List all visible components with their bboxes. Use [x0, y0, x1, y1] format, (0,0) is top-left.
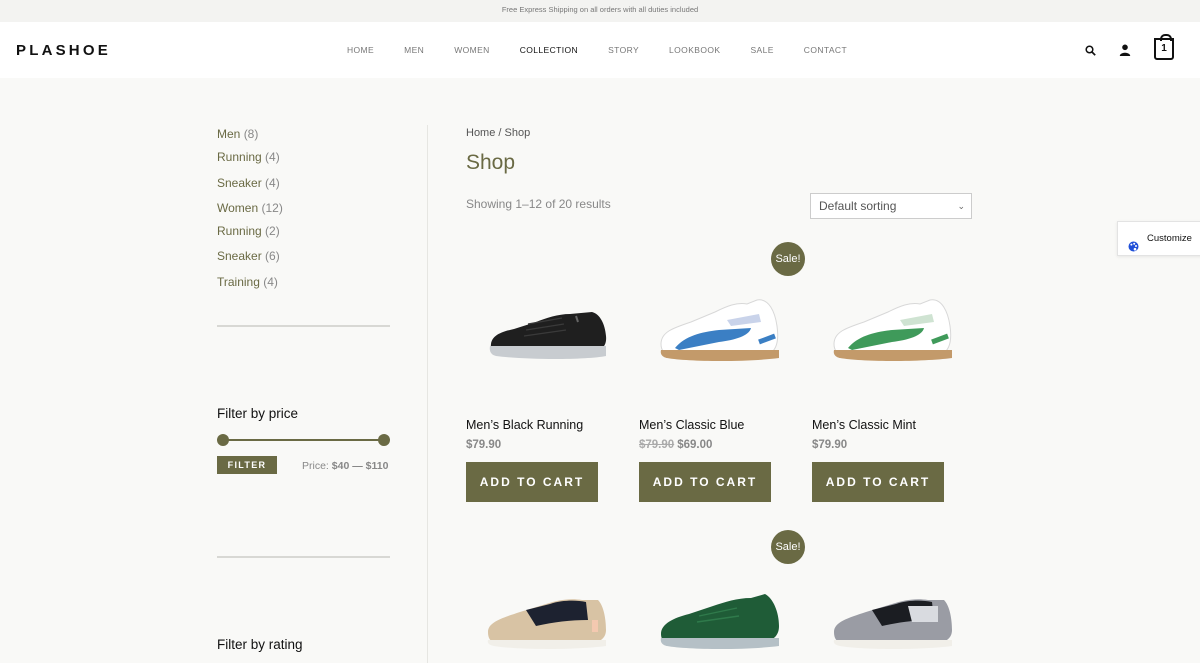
- sort-select[interactable]: Default sorting ⌄: [810, 193, 972, 219]
- category-count: (2): [265, 224, 280, 238]
- category-name: Running: [217, 150, 262, 164]
- shopping-bag-icon[interactable]: 1: [1154, 34, 1174, 60]
- nav-lookbook[interactable]: LOOKBOOK: [669, 45, 720, 55]
- page-title: Shop: [466, 151, 516, 174]
- filter-rating-heading: Filter by rating: [217, 637, 303, 652]
- price-current: $79.90: [812, 439, 848, 451]
- product-image[interactable]: [466, 560, 626, 663]
- customize-label: Customize: [1147, 233, 1192, 244]
- site-logo[interactable]: PLASHOE: [16, 42, 111, 59]
- main-nav: HOME MEN WOMEN COLLECTION STORY LOOKBOOK…: [347, 45, 877, 55]
- nav-sale[interactable]: SALE: [750, 45, 773, 55]
- sidebar-divider: [217, 556, 390, 558]
- product-price: $79.90: [466, 439, 501, 451]
- nav-collection[interactable]: COLLECTION: [520, 45, 578, 55]
- product-price: $79.90 $69.00: [639, 439, 712, 451]
- nav-contact[interactable]: CONTACT: [804, 45, 847, 55]
- category-count: (8): [243, 127, 259, 141]
- nav-home[interactable]: HOME: [347, 45, 374, 55]
- add-to-cart-button[interactable]: ADD TO CART: [812, 462, 944, 502]
- breadcrumb-separator: /: [498, 127, 502, 139]
- price-current: $79.90: [466, 439, 502, 451]
- product-name[interactable]: Men’s Classic Mint: [812, 418, 916, 432]
- column-divider: [427, 125, 428, 663]
- price-current: $69.00: [677, 439, 713, 451]
- category-men[interactable]: Men (8): [217, 127, 258, 141]
- nav-story[interactable]: STORY: [608, 45, 639, 55]
- sale-badge: Sale!: [771, 530, 805, 564]
- price-old: $79.90: [639, 439, 675, 451]
- category-women[interactable]: Women (12): [217, 201, 283, 215]
- slider-min-handle[interactable]: [217, 434, 229, 446]
- category-men-running[interactable]: Running (4): [217, 150, 280, 164]
- results-count: Showing 1–12 of 20 results: [466, 197, 611, 211]
- nav-men[interactable]: MEN: [404, 45, 424, 55]
- category-women-running[interactable]: Running (2): [217, 224, 280, 238]
- slider-max-handle[interactable]: [378, 434, 390, 446]
- product-name[interactable]: Men’s Classic Blue: [639, 418, 744, 432]
- category-name: Sneaker: [217, 176, 262, 190]
- add-to-cart-button[interactable]: ADD TO CART: [466, 462, 598, 502]
- category-name: Training: [217, 275, 260, 289]
- category-name: Women: [217, 201, 259, 215]
- product-image[interactable]: [639, 270, 799, 400]
- price-label: Price:: [302, 460, 329, 472]
- breadcrumb-current: Shop: [504, 127, 531, 139]
- category-count: (6): [265, 249, 280, 263]
- category-men-sneaker[interactable]: Sneaker (4): [217, 176, 280, 190]
- product-name[interactable]: Men’s Black Running: [466, 418, 583, 432]
- product-image[interactable]: [812, 560, 972, 663]
- price-range-label: Price: $40 — $110: [302, 460, 388, 472]
- category-count: (12): [261, 201, 283, 215]
- cart-count: 1: [1161, 43, 1167, 54]
- category-name: Sneaker: [217, 249, 262, 263]
- category-women-sneaker[interactable]: Sneaker (6): [217, 249, 280, 263]
- promo-topbar: Free Express Shipping on all orders with…: [0, 0, 1200, 22]
- price-separator: —: [352, 460, 363, 472]
- site-header: PLASHOE HOME MEN WOMEN COLLECTION STORY …: [0, 22, 1200, 78]
- product-image[interactable]: [639, 560, 799, 663]
- category-name: Men: [217, 127, 241, 141]
- filter-price-heading: Filter by price: [217, 406, 299, 421]
- price-min: $40: [331, 460, 350, 472]
- sale-badge: Sale!: [771, 242, 805, 276]
- search-icon[interactable]: [1085, 43, 1096, 61]
- slider-track: [223, 439, 384, 441]
- nav-women[interactable]: WOMEN: [454, 45, 490, 55]
- price-max: $110: [365, 460, 389, 472]
- category-count: (4): [265, 176, 280, 190]
- promo-text: Free Express Shipping on all orders with…: [501, 5, 699, 14]
- product-price: $79.90: [812, 439, 847, 451]
- add-to-cart-button[interactable]: ADD TO CART: [639, 462, 771, 502]
- product-image[interactable]: [466, 270, 626, 400]
- product-image[interactable]: [812, 270, 972, 400]
- category-name: Running: [217, 224, 262, 238]
- breadcrumb: Home / Shop: [466, 127, 530, 139]
- breadcrumb-home[interactable]: Home: [466, 127, 495, 139]
- category-count: (4): [265, 150, 280, 164]
- sort-selected: Default sorting: [819, 199, 897, 213]
- price-range-slider[interactable]: [217, 434, 390, 446]
- palette-icon: [1128, 233, 1139, 266]
- user-icon[interactable]: [1119, 43, 1131, 61]
- customize-button[interactable]: Customize: [1117, 221, 1200, 256]
- sidebar-divider: [217, 325, 390, 327]
- filter-button[interactable]: FILTER: [217, 456, 277, 474]
- category-women-training[interactable]: Training (4): [217, 275, 278, 289]
- chevron-down-icon: ⌄: [957, 201, 965, 211]
- category-count: (4): [263, 275, 278, 289]
